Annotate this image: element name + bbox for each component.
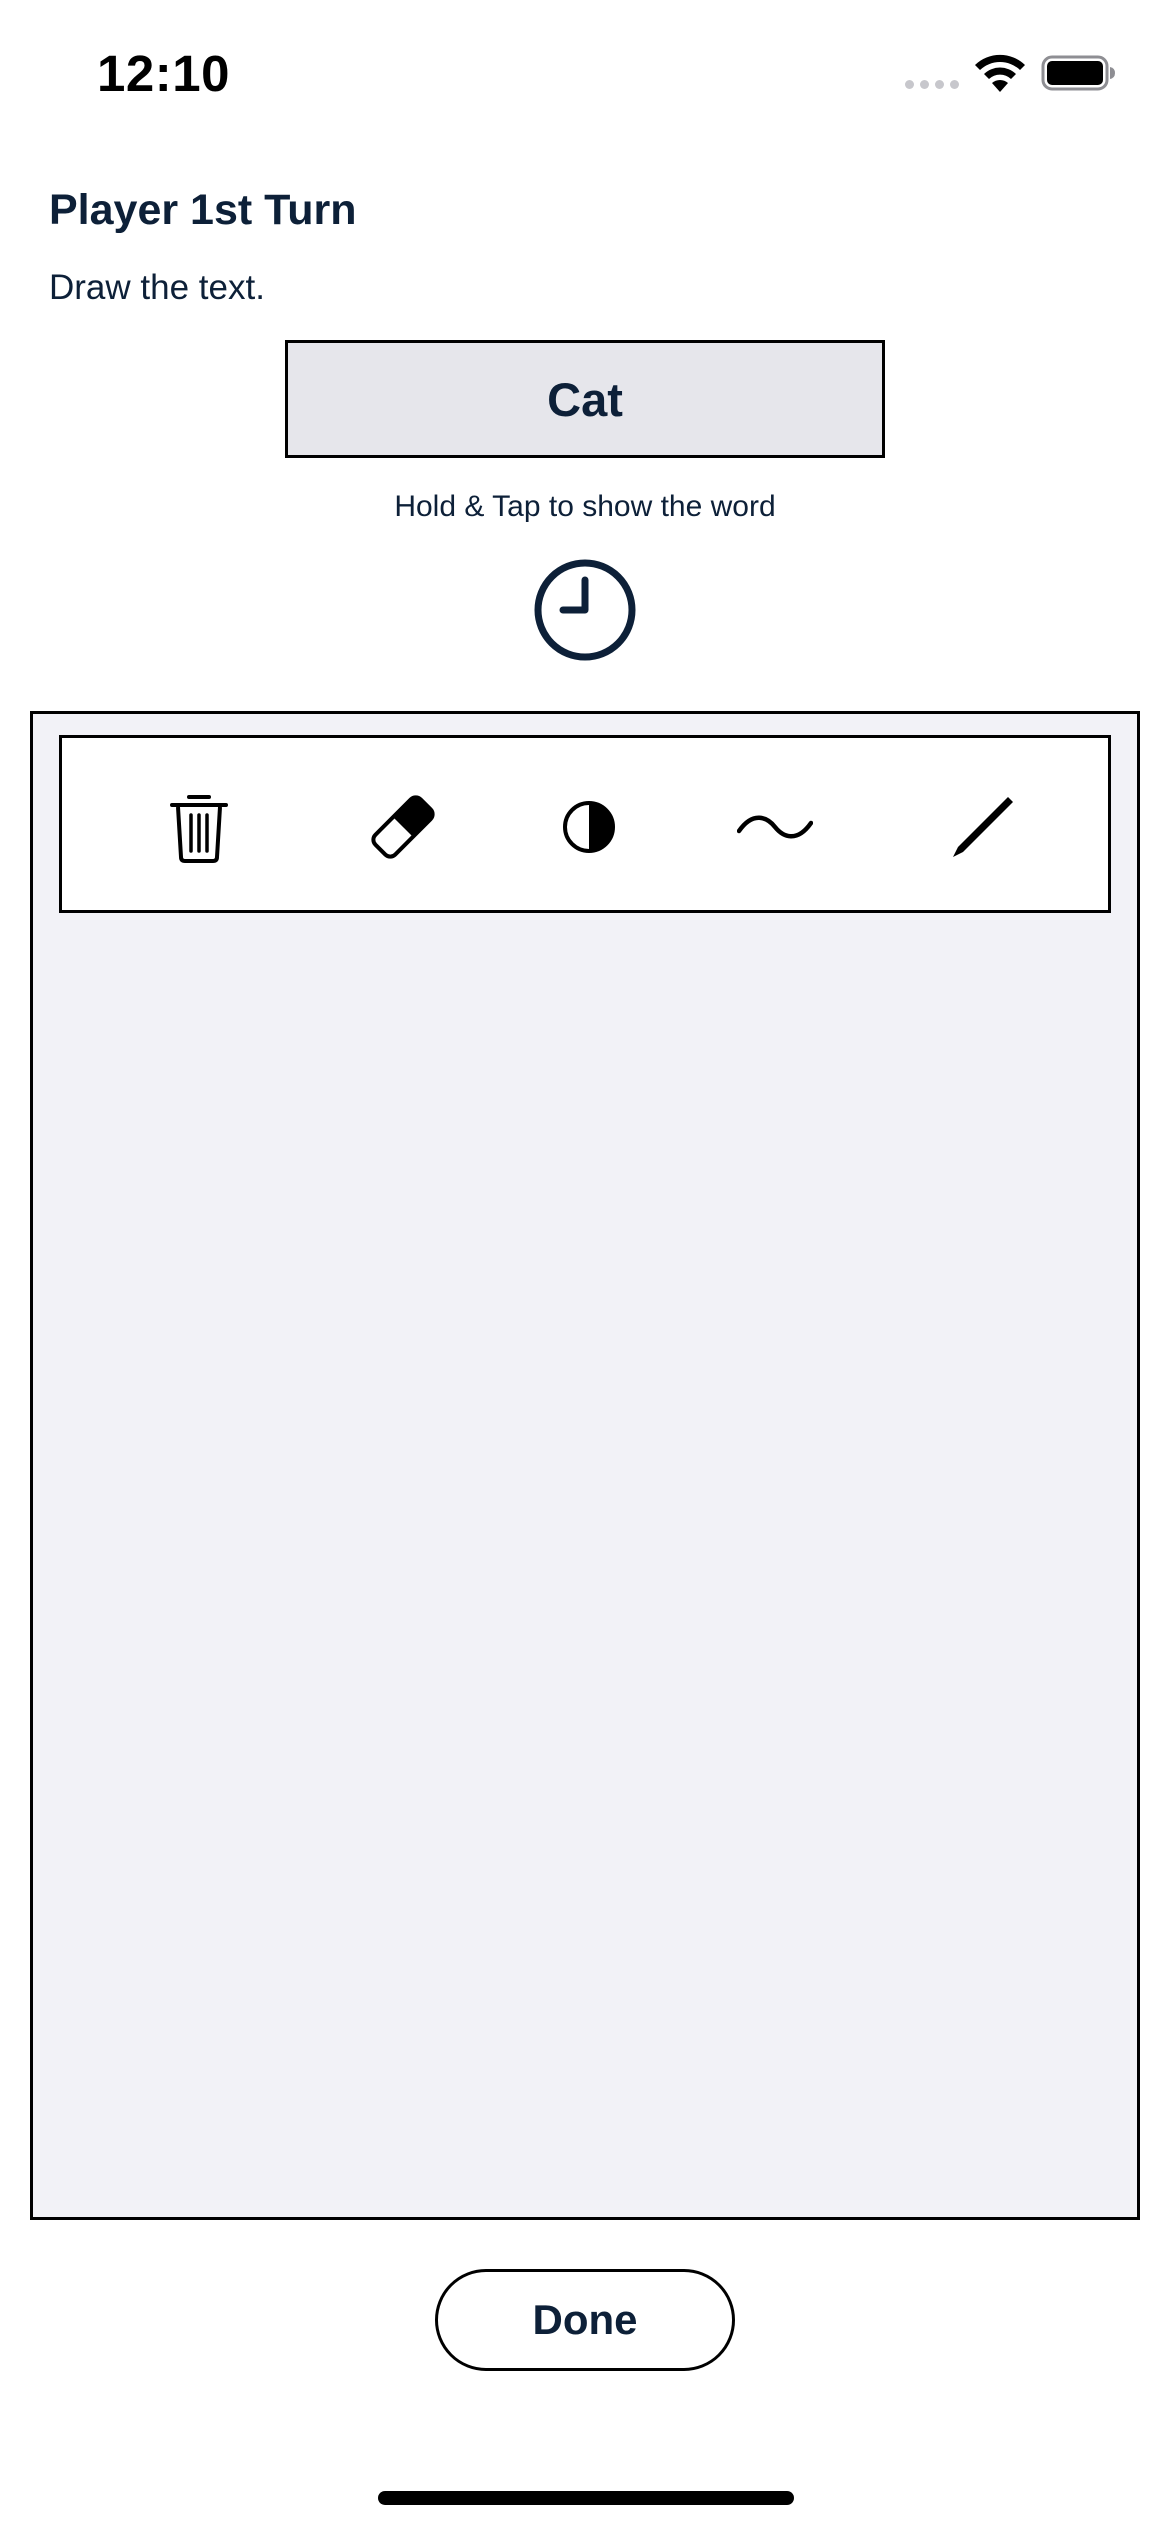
instruction-text: Draw the text. (49, 268, 265, 307)
status-time: 12:10 (97, 45, 230, 102)
cellular-signal-icon (905, 80, 959, 89)
clock-icon (534, 559, 636, 661)
word-card-button[interactable]: Cat (285, 340, 885, 458)
done-label: Done (532, 2296, 638, 2343)
drawing-canvas[interactable] (30, 711, 1140, 2220)
home-indicator[interactable] (378, 2491, 794, 2505)
pencil-icon (953, 797, 1013, 857)
word-label: Cat (547, 372, 623, 426)
word-hint-text: Hold & Tap to show the word (394, 490, 776, 523)
pen-button[interactable] (945, 789, 1021, 865)
delete-button[interactable] (161, 789, 237, 865)
wave-icon (737, 815, 813, 839)
page-title: Player 1st Turn (49, 186, 357, 234)
wifi-icon (975, 54, 1025, 92)
battery-icon (1041, 55, 1115, 91)
eraser-icon (371, 795, 435, 859)
stroke-width-button[interactable] (737, 789, 813, 865)
done-button[interactable]: Done (435, 2269, 735, 2371)
opacity-button[interactable] (551, 789, 627, 865)
trash-icon (170, 795, 228, 863)
half-circle-icon (563, 801, 615, 853)
eraser-button[interactable] (365, 789, 441, 865)
drawing-toolbar (59, 735, 1111, 913)
